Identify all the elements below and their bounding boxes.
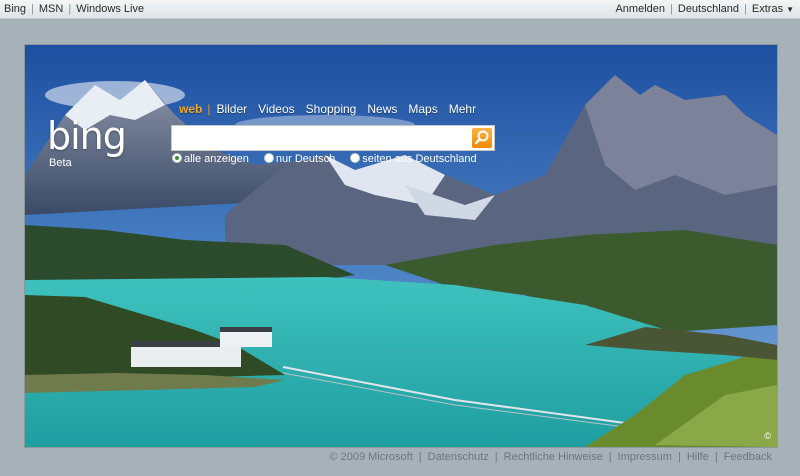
separator: | [418, 451, 422, 463]
info-icon[interactable]: © [764, 431, 771, 441]
imprint-link[interactable]: Impressum [618, 451, 672, 463]
extras-label: Extras [751, 3, 784, 15]
privacy-link[interactable]: Datenschutz [428, 451, 489, 463]
scope-shopping[interactable]: Shopping [306, 102, 357, 116]
scope-maps[interactable]: Maps [408, 102, 437, 116]
hero-background: bing Beta web | Bilder Videos Shopping News Ma… [24, 44, 778, 448]
option-label: alle anzeigen [184, 153, 249, 165]
feedback-link[interactable]: Feedback [724, 451, 772, 463]
radio[interactable] [263, 153, 274, 163]
option-german-only[interactable]: nur Deutsch [263, 153, 336, 165]
bing-link[interactable]: Bing [4, 3, 26, 15]
legal-link[interactable]: Rechtliche Hinweise [504, 451, 603, 463]
separator: | [608, 451, 612, 463]
separator: | [31, 3, 34, 15]
extras-menu[interactable]: Extras ▼ [752, 3, 794, 15]
option-pages-from-germany[interactable]: seiten aus Deutschland [350, 153, 477, 165]
separator: | [207, 102, 211, 116]
separator: | [714, 451, 718, 463]
search-button[interactable] [472, 128, 492, 148]
search-scopes: web | Bilder Videos Shopping News Maps Mehr [179, 102, 487, 116]
scope-news[interactable]: News [367, 102, 397, 116]
language-options: alle anzeigen nur Deutsch seiten aus Deu… [172, 153, 489, 165]
option-all[interactable]: alle anzeigen [172, 153, 249, 165]
scope-images[interactable]: Bilder [216, 102, 247, 116]
search-input[interactable] [172, 126, 476, 148]
separator: | [68, 3, 72, 15]
search-icon [474, 130, 489, 145]
scope-videos[interactable]: Videos [258, 102, 294, 116]
separator: | [677, 451, 681, 463]
windows-live-link[interactable]: Windows Live [76, 3, 144, 15]
separator: | [494, 451, 498, 463]
top-right-links: Anmelden | Deutschland | Extras ▼ [615, 3, 794, 15]
option-label: nur Deutsch [275, 153, 336, 165]
help-link[interactable]: Hilfe [687, 451, 709, 463]
top-left-links: Bing | MSN | Windows Live [4, 3, 144, 15]
search-box [171, 125, 495, 151]
copyright-text: © 2009 Microsoft [329, 451, 413, 463]
radio[interactable] [350, 153, 361, 163]
beta-label: Beta [49, 157, 72, 169]
footer: © 2009 Microsoft | Datenschutz | Rechtliche … [329, 451, 772, 463]
scope-more[interactable]: Mehr [449, 102, 476, 116]
chevron-down-icon: ▼ [786, 5, 794, 14]
separator: | [670, 3, 673, 15]
sign-in-link[interactable]: Anmelden [615, 3, 665, 15]
region-link[interactable]: Deutschland [678, 3, 739, 15]
option-label: seiten aus Deutschland [362, 153, 477, 165]
radio-selected[interactable] [172, 153, 182, 163]
top-bar: Bing | MSN | Windows Live Anmelden | Deutschla… [0, 0, 800, 19]
separator: | [744, 3, 747, 15]
scope-web[interactable]: web [179, 102, 202, 116]
msn-link[interactable]: MSN [39, 3, 63, 15]
bing-logo: bing [47, 114, 127, 158]
